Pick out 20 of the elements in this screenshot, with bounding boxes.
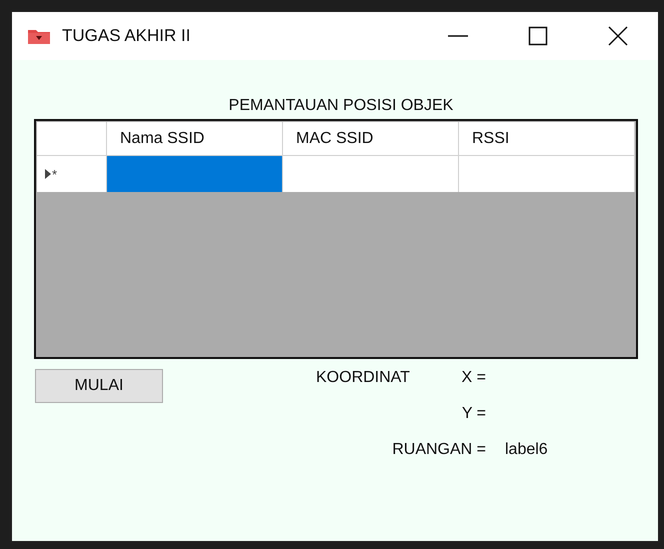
folder-icon <box>28 28 50 44</box>
minimize-icon <box>447 35 469 37</box>
corner-header <box>37 122 107 156</box>
column-header[interactable]: Nama SSID <box>107 122 283 156</box>
room-label: RUANGAN = <box>392 441 486 459</box>
window-title: TUGAS AKHIR II <box>62 26 192 46</box>
coordinate-label: KOORDINAT <box>316 369 410 387</box>
column-header[interactable]: RSSI <box>459 122 635 156</box>
start-button[interactable]: MULAI <box>35 369 163 403</box>
table-cell[interactable] <box>459 156 635 192</box>
column-header[interactable]: MAC SSID <box>283 122 459 156</box>
heading: PEMANTAUAN POSISI OBJEK <box>228 97 454 115</box>
x-label: X = <box>462 369 486 387</box>
maximize-icon <box>528 26 548 46</box>
room-value: label6 <box>504 441 549 459</box>
row-header[interactable]: * <box>37 156 107 192</box>
close-icon <box>608 26 628 46</box>
table-cell[interactable] <box>283 156 459 192</box>
y-label: Y = <box>462 405 486 423</box>
table-cell[interactable] <box>107 156 283 192</box>
